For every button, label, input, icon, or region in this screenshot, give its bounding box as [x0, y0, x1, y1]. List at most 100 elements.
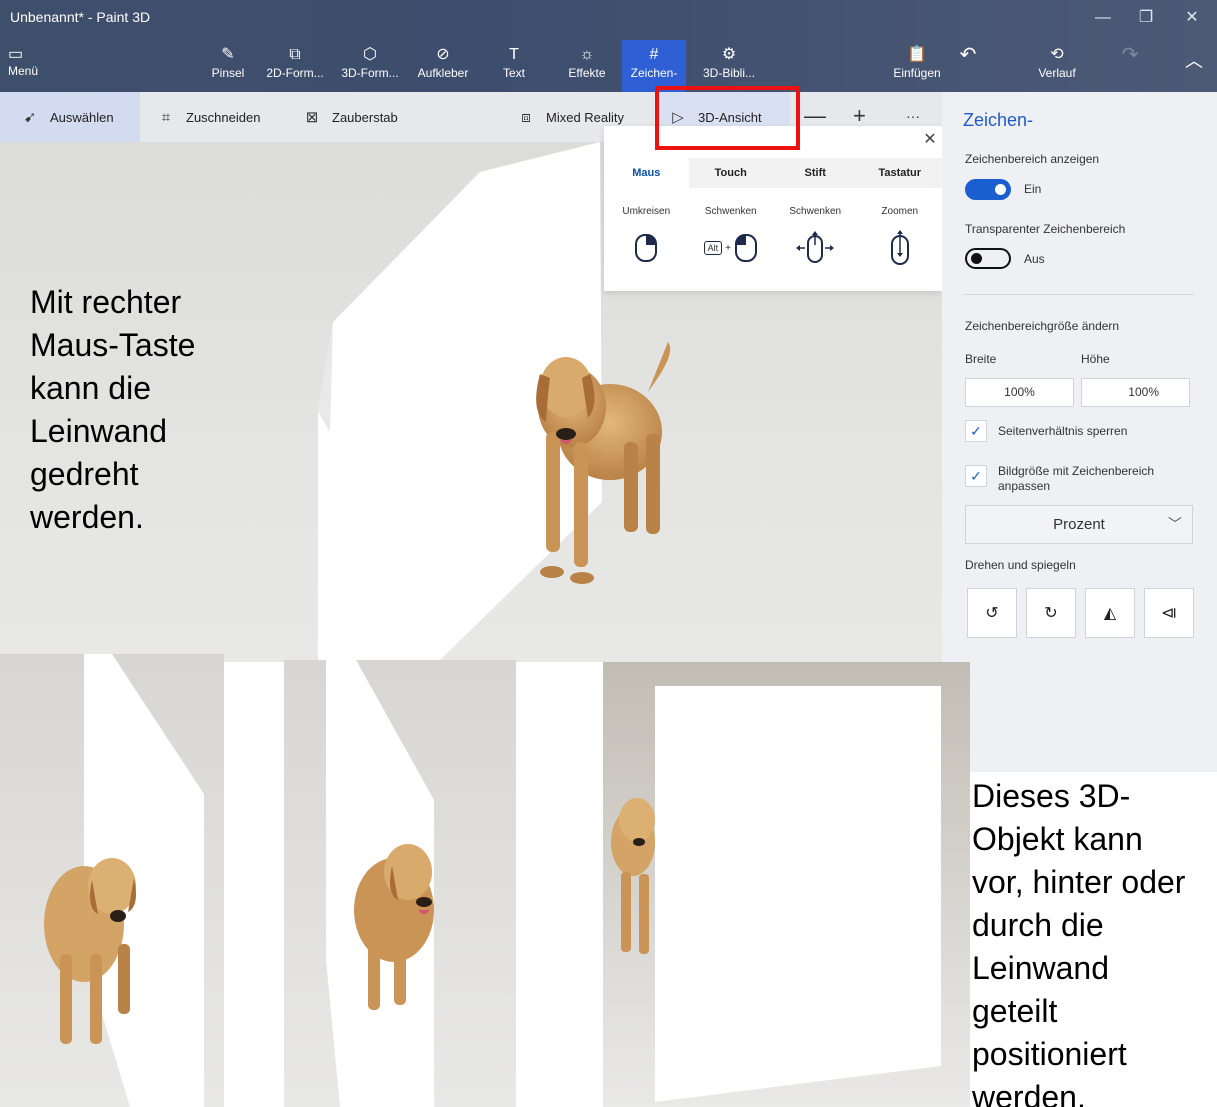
ribbon-sticker-button[interactable]: ⊘ Aufkleber	[414, 44, 472, 90]
caption-line: durch die	[972, 907, 1104, 943]
resize-image-checkbox[interactable]: ✓	[965, 465, 987, 487]
ribbon-brush-button[interactable]: ✎ Pinsel	[206, 44, 250, 90]
minimize-icon[interactable]: —	[1083, 4, 1123, 32]
unit-select[interactable]: Prozent ﹀	[965, 505, 1193, 544]
menu-label: Menü	[8, 64, 39, 78]
crop-label: Zuschneiden	[186, 109, 261, 125]
show-canvas-state: Ein	[1024, 182, 1042, 196]
undo-button[interactable]: ↶	[948, 44, 988, 90]
caption-line: werden.	[972, 1079, 1086, 1107]
ribbon-canvas-button[interactable]: # Zeichen-	[622, 40, 686, 92]
gesture-orbit: Umkreisen	[604, 206, 689, 263]
ribbon-label: Aufkleber	[417, 66, 469, 80]
select-tool[interactable]: ➹ Auswählen	[0, 92, 140, 142]
gesture-pan: Schwenken	[773, 206, 858, 263]
3d-view-icon: ▷	[672, 109, 684, 126]
ribbon-label: 3D-Form...	[341, 66, 399, 80]
tab-mouse[interactable]: Maus	[604, 158, 689, 188]
app-window: Unbenannt* - Paint 3D — ❐ ✕ ▭ Menü ✎ Pin…	[0, 0, 1217, 1107]
magic-label: Zauberstab	[332, 109, 398, 125]
ribbon-history-button[interactable]: ⟲ Verlauf	[1030, 44, 1084, 90]
ribbon-text-button[interactable]: T Text	[494, 44, 534, 90]
crop-tool[interactable]: ⌗ Zuschneiden	[156, 92, 286, 142]
ribbon-label: Zeichen-	[630, 66, 678, 80]
width-label: Breite	[965, 352, 997, 366]
rotate-left-icon: ↺	[985, 605, 999, 622]
2d-shapes-icon: ⧉	[289, 46, 301, 63]
ribbon-paste-button[interactable]: 📋 Einfügen	[888, 44, 946, 90]
caption-line: gedreht	[30, 456, 139, 492]
flip-horizontal-button[interactable]: ◭	[1085, 588, 1135, 638]
collapse-ribbon-button[interactable]: ︿	[1176, 50, 1212, 96]
rotate-right-button[interactable]: ↻	[1026, 588, 1076, 638]
dog-model	[536, 342, 671, 584]
caption-line: kann die	[30, 370, 151, 406]
caption-line: Maus-Taste	[30, 327, 196, 363]
ribbon-label: Verlauf	[1038, 66, 1076, 80]
tab-keyboard[interactable]: Tastatur	[858, 158, 943, 188]
caption-line: Mit rechter	[30, 284, 182, 320]
alt-mouse-icon: Alt +	[689, 233, 774, 263]
popup-close-icon[interactable]: ✕	[920, 130, 940, 150]
resize-image-label: Bildgröße mit Zeichenbereich anpassen	[998, 464, 1155, 493]
dog-model	[611, 798, 655, 954]
flip-vertical-button[interactable]: ⧏	[1144, 588, 1194, 638]
caption-line: Leinwand	[30, 413, 167, 449]
paste-icon: 📋	[907, 46, 927, 63]
caption-line: vor, hinter oder	[972, 864, 1186, 900]
lock-ratio-label: Seitenverhältnis sperren	[998, 424, 1128, 438]
caption-right: Dieses 3D- Objekt kann vor, hinter oder …	[972, 775, 1217, 1107]
width-input[interactable]: 100%	[965, 378, 1074, 407]
show-canvas-toggle[interactable]	[965, 179, 1011, 200]
gesture-list: Umkreisen Schwenken Alt + Schwenken Zoom…	[604, 206, 942, 265]
3d-library-icon: ⚙	[721, 46, 737, 63]
window-title: Unbenannt* - Paint 3D	[10, 9, 151, 25]
gesture-label: Schwenken	[704, 206, 757, 217]
screenshot-dog-in-front	[0, 654, 224, 1107]
caption-line: Dieses 3D-	[972, 778, 1131, 814]
height-label: Höhe	[1081, 352, 1110, 366]
input-tabs: Maus Touch Stift Tastatur	[604, 158, 942, 188]
panel-title: Zeichen-	[963, 110, 1034, 130]
height-input[interactable]: 100%	[1081, 378, 1190, 407]
effects-icon: ☼	[579, 46, 595, 63]
right-mouse-icon	[604, 233, 689, 263]
alt-key-label: Alt	[703, 241, 723, 255]
tab-touch[interactable]: Touch	[689, 158, 774, 188]
sticker-icon: ⊘	[436, 46, 450, 63]
tab-pen[interactable]: Stift	[773, 158, 858, 188]
text-icon: T	[509, 46, 519, 63]
menu-button[interactable]: ▭ Menü	[8, 46, 68, 86]
redo-button[interactable]: ↷	[1112, 44, 1148, 90]
transparent-canvas-toggle[interactable]	[965, 248, 1011, 269]
resize-canvas-label: Zeichenbereichgröße ändern	[965, 319, 1120, 333]
screenshot-dog-through-canvas	[603, 662, 970, 1107]
ribbon-3d-shapes-button[interactable]: ⬡ 3D-Form...	[339, 44, 401, 90]
caption-line: Leinwand	[972, 950, 1109, 986]
gesture-label: Umkreisen	[622, 206, 671, 217]
lock-ratio-checkbox[interactable]: ✓	[965, 420, 987, 442]
pan-mouse-icon	[773, 231, 858, 263]
ribbon: Unbenannt* - Paint 3D — ❐ ✕ ▭ Menü ✎ Pin…	[0, 0, 1217, 92]
close-icon[interactable]: ✕	[1172, 4, 1212, 32]
ribbon-effects-button[interactable]: ☼ Effekte	[563, 44, 611, 90]
select-label: Auswählen	[50, 109, 114, 125]
rotate-right-icon: ↻	[1044, 605, 1058, 622]
cursor-icon: ➹	[23, 109, 37, 126]
ribbon-2d-shapes-button[interactable]: ⧉ 2D-Form...	[266, 44, 324, 90]
caption-line: Objekt kann	[972, 821, 1143, 857]
screenshot-dog-behind	[284, 660, 516, 1107]
caption-left: Mit rechter Maus-Taste kann die Leinwand…	[30, 281, 195, 539]
ribbon-3d-library-button[interactable]: ⚙ 3D-Bibli...	[696, 44, 762, 90]
rotate-flip-label: Drehen und spiegeln	[965, 558, 1076, 572]
magic-select-tool[interactable]: ⊠ Zauberstab	[302, 92, 432, 142]
unit-select-value: Prozent	[1053, 516, 1105, 533]
rotate-left-button[interactable]: ↺	[967, 588, 1017, 638]
show-canvas-label: Zeichenbereich anzeigen	[965, 152, 1100, 166]
canvas-icon: #	[649, 46, 659, 63]
folder-icon: ▭	[8, 46, 24, 63]
maximize-icon[interactable]: ❐	[1126, 4, 1166, 32]
ribbon-label: 3D-Bibli...	[702, 66, 755, 80]
ribbon-label: Effekte	[568, 66, 606, 80]
canvas-settings-panel: Zeichen- Zeichenbereich anzeigen Ein Tra…	[942, 92, 1217, 772]
